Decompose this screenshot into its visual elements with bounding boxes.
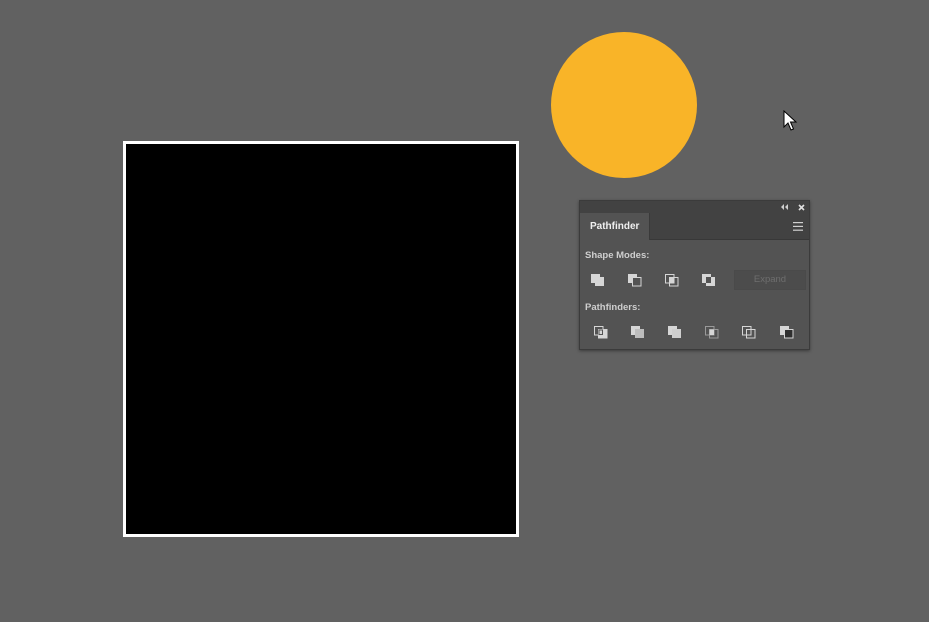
divide-button[interactable] bbox=[590, 322, 612, 342]
close-icon[interactable] bbox=[794, 201, 808, 213]
unite-icon bbox=[591, 274, 604, 286]
divide-icon bbox=[594, 326, 608, 339]
crop-icon bbox=[705, 326, 719, 339]
collapse-icon[interactable] bbox=[777, 201, 791, 213]
minus-front-icon bbox=[628, 274, 642, 287]
crop-button[interactable] bbox=[701, 322, 723, 342]
intersect-button[interactable] bbox=[661, 270, 683, 290]
expand-button[interactable]: Expand bbox=[734, 270, 806, 290]
trim-icon bbox=[631, 326, 644, 338]
pathfinder-panel: Pathfinder Shape Modes: Expand Pathfinde… bbox=[579, 200, 810, 350]
black-square-shape[interactable] bbox=[123, 141, 519, 537]
mouse-pointer-icon bbox=[783, 110, 798, 131]
unite-button[interactable] bbox=[587, 270, 609, 290]
panel-tab-row: Pathfinder bbox=[580, 213, 809, 240]
merge-icon bbox=[668, 326, 681, 338]
minus-front-button[interactable] bbox=[624, 270, 646, 290]
shape-modes-label: Shape Modes: bbox=[585, 250, 650, 261]
outline-button[interactable] bbox=[738, 322, 760, 342]
exclude-icon bbox=[702, 274, 715, 286]
outline-icon bbox=[742, 326, 756, 339]
artboard-canvas[interactable]: Pathfinder Shape Modes: Expand Pathfinde… bbox=[0, 0, 929, 622]
minus-back-icon bbox=[780, 326, 794, 339]
intersect-icon bbox=[665, 274, 679, 287]
merge-button[interactable] bbox=[664, 322, 686, 342]
tab-pathfinder[interactable]: Pathfinder bbox=[580, 213, 651, 240]
trim-button[interactable] bbox=[627, 322, 649, 342]
exclude-button[interactable] bbox=[698, 270, 720, 290]
panel-menu-icon[interactable] bbox=[793, 222, 803, 231]
orange-circle-shape[interactable] bbox=[551, 32, 697, 178]
pathfinders-label: Pathfinders: bbox=[585, 302, 641, 313]
minus-back-button[interactable] bbox=[776, 322, 798, 342]
panel-titlebar[interactable] bbox=[580, 201, 809, 213]
